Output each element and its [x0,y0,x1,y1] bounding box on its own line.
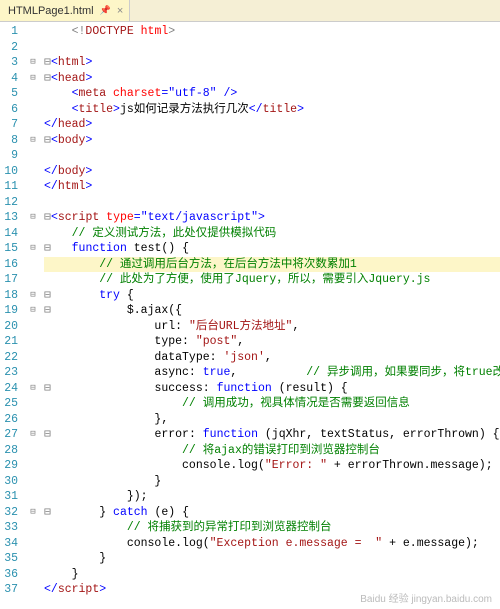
line-number-gutter: 1234567891011121314151617181920212223242… [0,22,26,609]
code-content[interactable]: <!DOCTYPE html> ⊟<html>⊟<head> <meta cha… [40,22,500,609]
fold-column: ⊟⊟⊟⊟⊟⊟⊟⊟⊟⊟ [26,22,40,609]
tab-bar: HTMLPage1.html 📌 × [0,0,500,22]
file-tab[interactable]: HTMLPage1.html 📌 × [0,0,130,21]
close-icon[interactable]: × [117,5,123,17]
watermark: Baidu 经验 jingyan.baidu.com [360,590,492,605]
code-editor[interactable]: 1234567891011121314151617181920212223242… [0,22,500,609]
pin-icon: 📌 [100,5,111,16]
tab-filename: HTMLPage1.html [8,5,94,17]
